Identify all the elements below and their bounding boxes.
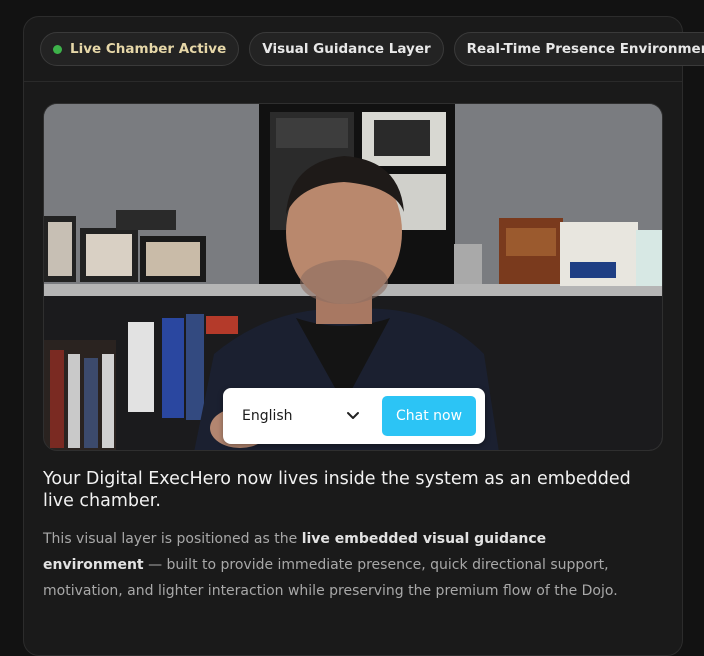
live-chamber-card: Live Chamber Active Visual Guidance Laye… (23, 16, 704, 656)
visual-guidance-layer-pill[interactable]: Visual Guidance Layer (249, 32, 444, 66)
visual-guidance-layer-label: Visual Guidance Layer (262, 41, 431, 57)
language-select-value: English (242, 408, 293, 424)
description-text-before: This visual layer is positioned as the (43, 531, 302, 547)
chat-controls-overlay: English Chat now (223, 388, 485, 444)
headline: Your Digital ExecHero now lives inside t… (43, 469, 631, 511)
live-chamber-active-pill[interactable]: Live Chamber Active (40, 32, 240, 66)
chat-now-button[interactable]: Chat now (382, 396, 476, 436)
chevron-down-icon (347, 412, 359, 419)
real-time-presence-label: Real-Time Presence Environment (466, 41, 704, 57)
language-select[interactable]: English (242, 388, 360, 444)
real-time-presence-pill[interactable]: Real-Time Presence Environment (453, 32, 704, 66)
video-player[interactable]: English Chat now (43, 103, 663, 451)
description-paragraph: This visual layer is positioned as the l… (43, 526, 648, 604)
header-divider (24, 81, 682, 82)
status-pill-row: Live Chamber Active Visual Guidance Laye… (40, 32, 704, 66)
live-indicator-dot-icon (53, 44, 62, 54)
live-chamber-active-label: Live Chamber Active (70, 41, 227, 57)
